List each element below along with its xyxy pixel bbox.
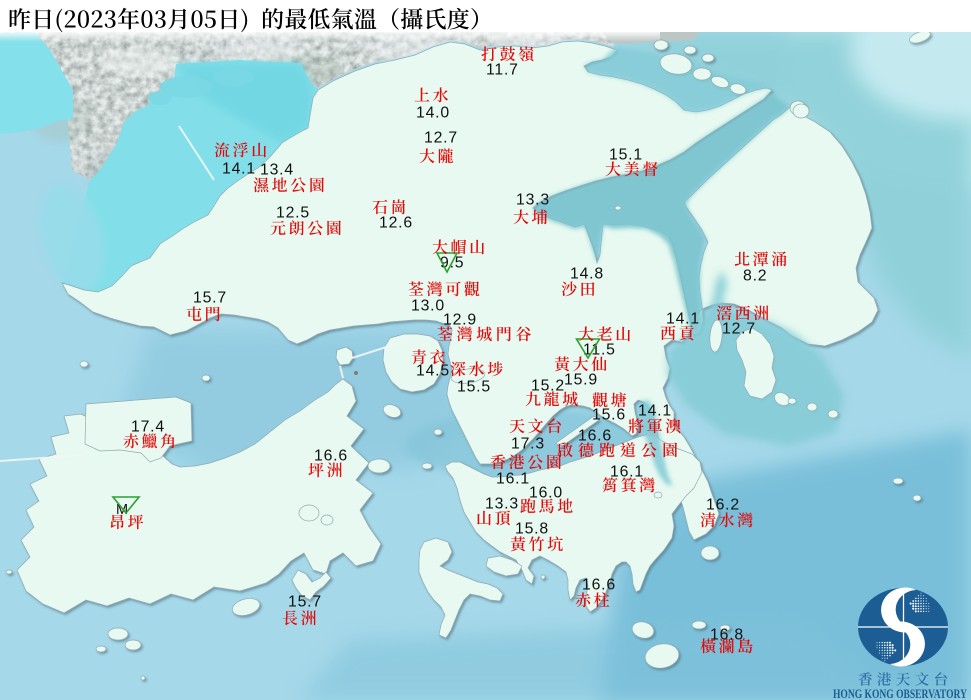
svg-text:17.4: 17.4: [131, 418, 165, 435]
svg-text:15.7: 15.7: [288, 593, 322, 610]
svg-text:16.6: 16.6: [314, 447, 348, 464]
svg-text:13.3: 13.3: [516, 191, 550, 208]
svg-text:14.0: 14.0: [416, 104, 450, 121]
svg-text:16.2: 16.2: [706, 496, 740, 513]
svg-text:17.3: 17.3: [511, 435, 545, 452]
svg-text:16.1: 16.1: [610, 463, 644, 480]
svg-text:16.6: 16.6: [582, 576, 616, 593]
svg-text:14.8: 14.8: [570, 265, 604, 282]
svg-text:15.9: 15.9: [564, 371, 598, 388]
svg-text:12.9: 12.9: [443, 311, 477, 328]
svg-text:15.7: 15.7: [193, 289, 227, 306]
svg-text:14.1: 14.1: [222, 160, 256, 177]
svg-text:15.5: 15.5: [457, 378, 491, 395]
svg-text:15.6: 15.6: [592, 406, 626, 423]
svg-text:15.8: 15.8: [515, 520, 549, 537]
svg-text:11.7: 11.7: [486, 61, 519, 78]
svg-text:13.3: 13.3: [485, 495, 519, 512]
svg-text:13.0: 13.0: [411, 297, 445, 314]
svg-text:16.1: 16.1: [496, 470, 530, 487]
svg-text:13.4: 13.4: [260, 161, 294, 178]
svg-text:16.0: 16.0: [529, 484, 563, 501]
svg-text:12.6: 12.6: [379, 214, 413, 231]
svg-text:14.5: 14.5: [416, 362, 450, 379]
svg-text:12.5: 12.5: [276, 204, 310, 221]
svg-text:15.1: 15.1: [609, 146, 643, 163]
svg-text:12.7: 12.7: [424, 129, 458, 146]
svg-text:14.1: 14.1: [638, 402, 672, 419]
svg-text:14.1: 14.1: [666, 310, 700, 327]
svg-text:HONG KONG OBSERVATORY: HONG KONG OBSERVATORY: [833, 687, 967, 700]
svg-text:8.2: 8.2: [743, 267, 767, 284]
svg-text:11.5: 11.5: [583, 341, 616, 358]
svg-text:12.7: 12.7: [722, 320, 756, 337]
svg-text:16.6: 16.6: [578, 427, 612, 444]
